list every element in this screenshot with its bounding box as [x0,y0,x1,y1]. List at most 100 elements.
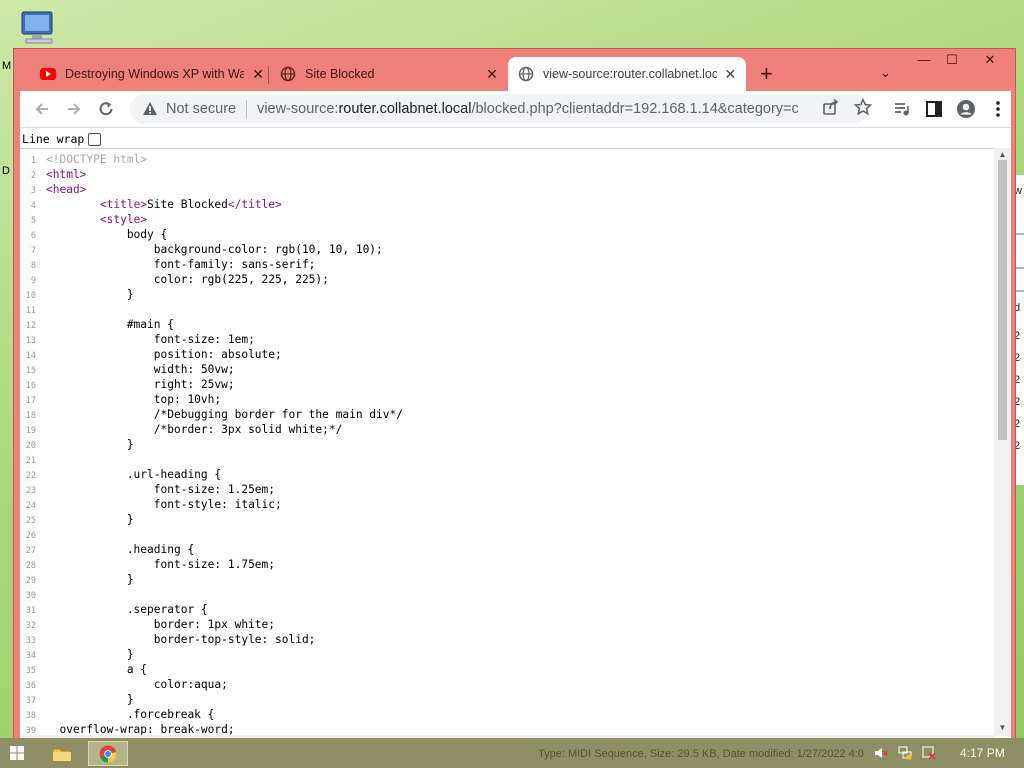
menu-kebab-icon[interactable] [986,97,1010,121]
source-line: 7 background-color: rgb(10, 10, 10); [20,242,383,257]
source-line-text: } [46,573,134,586]
maximize-button[interactable]: ☐ [934,49,970,71]
source-line: 28 font-size: 1.75em; [20,557,275,572]
source-line-text: font-style: italic; [46,498,282,511]
source-line-text: a { [46,663,148,676]
chrome-taskbar-icon[interactable] [88,741,128,766]
line-wrap-toggle[interactable]: Line wrap [22,132,102,146]
source-line: 1 <!DOCTYPE html> [20,152,147,167]
tab-site-blocked[interactable]: Site Blocked ✕ [280,61,500,87]
source-line: 19 /*border: 3px solid white;*/ [20,422,343,437]
url-prefix: view-source: [257,101,339,117]
source-line: 37 } [20,692,134,707]
background-status-text: Type: MIDI Sequence, Size: 29.5 KB, Date… [538,748,864,760]
forward-button[interactable] [62,97,86,121]
action-center-icon[interactable] [922,746,936,760]
taskbar-clock: 4:17 PM [960,746,1005,760]
url-host: router.collabnet.local [338,101,472,117]
tab-separator [268,66,269,84]
source-line: 30 [20,587,46,602]
source-line-text: } [46,648,134,661]
source-line-text: <title>Site Blocked</title> [99,198,282,211]
reload-button[interactable] [94,97,118,121]
omnibox-divider [246,100,248,118]
source-line-text: } [46,288,134,301]
windows-start-icon[interactable] [10,746,24,760]
source-line-text: /*border: 3px solid white;*/ [46,423,343,436]
source-line-text: #main { [46,318,174,331]
profile-avatar-icon[interactable] [954,97,978,121]
source-line: 3 <head> [20,182,87,197]
my-computer-desktop-icon[interactable] [18,10,60,48]
source-line: 11 [20,302,46,317]
side-panel-icon[interactable] [922,97,946,121]
tab-youtube[interactable]: Destroying Windows XP with Wa ✕ [40,61,266,87]
source-line: 23 font-size: 1.25em; [20,482,275,497]
source-line: 32 border: 1px white; [20,617,275,632]
security-label: Not secure [166,101,237,117]
close-tab-icon[interactable]: ✕ [250,66,266,83]
source-line: 17 top: 10vh; [20,392,221,407]
address-bar[interactable]: Not secure view-source:router.collabnet.… [130,94,868,124]
source-line: 4 <title>Site Blocked</title> [20,197,282,212]
reading-list-icon[interactable] [890,97,914,121]
back-button[interactable] [30,97,54,121]
line-wrap-checkbox[interactable] [88,132,102,146]
not-secure-warning-icon[interactable] [142,101,158,117]
vertical-scroll-thumb[interactable] [998,160,1007,440]
source-line-text: } [46,513,134,526]
source-line: 5 <style> [20,212,147,227]
source-line: 21 [20,452,46,467]
tab-title: Site Blocked [305,67,375,81]
source-line-text: color:aqua; [46,678,228,691]
file-explorer-taskbar-icon[interactable] [42,741,82,766]
url-path: /blocked.php?clientaddr=192.168.1.14&cat… [471,101,798,117]
source-line: 33 border-top-style: solid; [20,632,316,647]
source-line: 20 } [20,437,134,452]
scroll-down-arrow-icon[interactable]: ▼ [994,723,1011,732]
browser-toolbar: Not secure view-source:router.collabnet.… [20,91,1011,127]
globe-icon [518,66,534,82]
new-tab-button[interactable]: + [760,63,773,85]
volume-muted-icon[interactable] [874,746,888,760]
source-line-text: <html> [46,168,87,181]
source-line: 36 color:aqua; [20,677,228,692]
source-line-text: font-size: 1em; [46,333,255,346]
url-text: view-source:router.collabnet.local/block… [257,101,798,117]
network-icon[interactable] [898,746,912,760]
source-line-text: font-size: 1.25em; [46,483,276,496]
source-line: 22 .url-heading { [20,467,221,482]
source-line: 12 #main { [20,317,174,332]
source-line: 16 right: 25vw; [20,377,235,392]
source-line-text: right: 25vw; [46,378,235,391]
source-line: 38 .forcebreak { [20,707,215,722]
tab-view-source[interactable]: view-source:router.collabnet.loca ✕ [508,57,746,91]
source-line: 9 color: rgb(225, 225, 225); [20,272,329,287]
source-line-text: .heading { [46,543,195,556]
tab-title: Destroying Windows XP with Wa [65,67,245,81]
tab-search-chevron-icon[interactable]: ⌄ [880,65,891,81]
scroll-up-arrow-icon[interactable]: ▲ [994,150,1011,159]
source-line: 31 .seperator { [20,602,208,617]
source-line-text: width: 50vw; [46,363,235,376]
source-line-text: } [46,438,134,451]
globe-icon [280,66,296,82]
source-line-text: font-size: 1.75em; [46,558,276,571]
source-line-text: .forcebreak { [46,708,215,721]
source-line-text: color: rgb(225, 225, 225); [46,273,329,286]
taskbar: Type: MIDI Sequence, Size: 29.5 KB, Date… [0,738,1024,768]
vertical-scrollbar[interactable]: ▲ ▼ [994,148,1011,736]
source-line: 35 a { [20,662,147,677]
close-tab-icon[interactable]: ✕ [723,66,738,83]
source-line-text: position: absolute; [46,348,282,361]
share-icon[interactable] [822,98,840,116]
source-line: 24 font-style: italic; [20,497,282,512]
source-line: 39 overflow-wrap: break-word; [20,722,235,736]
source-line: 29 } [20,572,134,587]
close-tab-icon[interactable]: ✕ [484,66,500,83]
source-line-text: } [46,693,134,706]
bookmark-star-icon[interactable] [853,97,873,116]
page-content: Line wrap 1 <!DOCTYPE html> 2 <html> 3 <head>… [20,127,1011,751]
source-line: 26 [20,527,46,542]
close-window-button[interactable]: ✕ [972,49,1008,71]
